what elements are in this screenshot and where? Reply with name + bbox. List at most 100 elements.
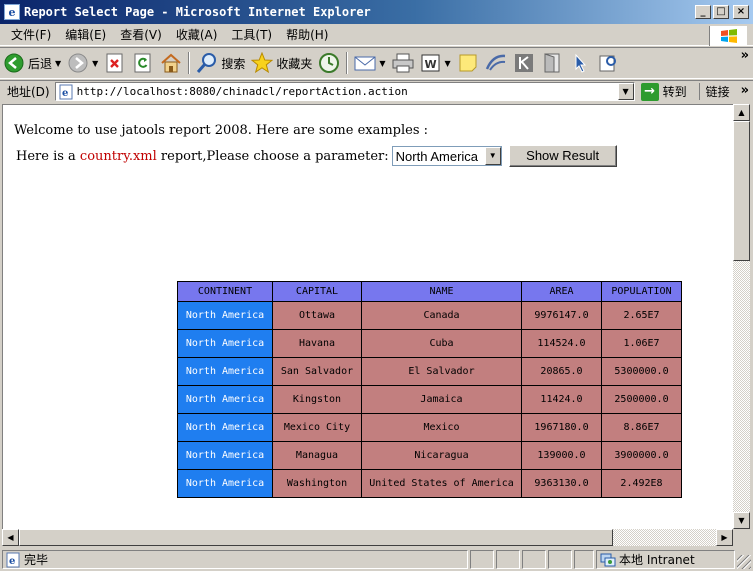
links-button[interactable]: 链接 <box>698 83 730 100</box>
menu-file[interactable]: 文件(F) <box>0 26 58 43</box>
cell-continent: North America <box>177 329 273 358</box>
cell-population: 8.86E7 <box>601 413 682 442</box>
toolbar: 后退 ▼ ▼ 搜索 收藏夹 ▼ W ▼ » <box>0 47 753 79</box>
continent-select[interactable]: North America ▼ <box>391 146 502 166</box>
mail-dropdown-icon[interactable]: ▼ <box>379 59 385 68</box>
title-bar[interactable]: e Report Select Page - Microsoft Interne… <box>0 0 753 24</box>
menu-view[interactable]: 查看(V) <box>113 26 169 43</box>
chevron-down-icon[interactable]: ▼ <box>484 147 501 165</box>
mail-button[interactable]: ▼ <box>351 49 388 77</box>
ie-page-icon: e <box>5 552 21 568</box>
forward-button[interactable]: ▼ <box>64 49 101 77</box>
home-button[interactable] <box>157 49 185 77</box>
security-zone: 本地 Intranet <box>596 550 735 569</box>
favorites-button[interactable]: 收藏夹 <box>248 49 315 77</box>
notes-button[interactable] <box>454 49 482 77</box>
header-capital: CAPITAL <box>272 281 362 302</box>
header-continent: CONTINENT <box>177 281 273 302</box>
cell-capital: Ottawa <box>272 301 362 330</box>
windows-logo-icon <box>709 26 747 46</box>
toolbar-overflow-icon[interactable]: » <box>741 48 749 63</box>
status-cell <box>574 550 594 569</box>
show-result-button[interactable]: Show Result <box>508 145 617 167</box>
window-controls: _ □ × <box>695 5 749 19</box>
zone-text: 本地 Intranet <box>619 553 695 567</box>
vertical-scroll-thumb[interactable] <box>733 121 750 261</box>
minimize-button[interactable]: _ <box>695 5 711 19</box>
maximize-button[interactable]: □ <box>713 5 729 19</box>
svg-text:W: W <box>424 58 436 71</box>
k-tool-icon <box>513 52 535 74</box>
menu-bar: 文件(F) 编辑(E) 查看(V) 收藏(A) 工具(T) 帮助(H) <box>0 24 753 46</box>
horizontal-scrollbar[interactable]: ◀ ▶ <box>2 529 733 546</box>
back-label: 后退 <box>28 56 53 71</box>
stop-button[interactable] <box>101 49 129 77</box>
page-viewport: Welcome to use jatools report 2008. Here… <box>2 104 733 529</box>
back-arrow-icon <box>3 52 25 74</box>
cell-population: 2.65E7 <box>601 301 682 330</box>
param-suffix: report,Please choose a parameter: <box>156 148 389 164</box>
cell-name: Canada <box>361 301 522 330</box>
favorites-star-icon <box>251 52 274 74</box>
horizontal-scroll-thumb[interactable] <box>19 529 613 546</box>
status-bar: e 完毕 本地 Intranet <box>0 548 753 571</box>
search-label: 搜索 <box>221 56 246 71</box>
search-button[interactable]: 搜索 <box>193 49 248 77</box>
menu-tools[interactable]: 工具(T) <box>224 26 279 43</box>
cursor-icon <box>569 52 591 74</box>
search-icon <box>196 52 218 74</box>
close-button[interactable]: × <box>733 5 749 19</box>
menu-favorites[interactable]: 收藏(A) <box>169 26 225 43</box>
edit-button[interactable]: W ▼ <box>417 49 454 77</box>
cell-population: 5300000.0 <box>601 357 682 386</box>
header-name: NAME <box>361 281 522 302</box>
scroll-right-icon[interactable]: ▶ <box>716 529 733 546</box>
vertical-scrollbar[interactable]: ▲ ▼ <box>733 104 750 529</box>
stop-icon <box>104 52 126 74</box>
cell-area: 9363130.0 <box>521 469 602 498</box>
forward-dropdown-icon[interactable]: ▼ <box>92 59 98 68</box>
cell-continent: North America <box>177 301 273 330</box>
menu-edit[interactable]: 编辑(E) <box>58 26 113 43</box>
tool-door-button[interactable] <box>538 49 566 77</box>
menu-help[interactable]: 帮助(H) <box>279 26 335 43</box>
history-button[interactable] <box>315 49 343 77</box>
report-link[interactable]: country.xml <box>80 149 157 164</box>
table-row: North America San Salvador El Salvador 2… <box>177 357 682 386</box>
header-population: POPULATION <box>601 281 682 302</box>
tool-cursor-button[interactable] <box>566 49 594 77</box>
cell-continent: North America <box>177 385 273 414</box>
address-bar: 地址(D) e http://localhost:8080/chinadcl/r… <box>0 80 753 102</box>
scroll-down-icon[interactable]: ▼ <box>733 512 750 529</box>
resize-grip-icon[interactable] <box>737 554 751 569</box>
links-overflow-icon[interactable]: » <box>741 83 749 98</box>
go-label: 转到 <box>662 85 687 99</box>
continent-select-value: North America <box>395 148 479 164</box>
status-panel: e 完毕 <box>2 550 468 569</box>
cell-name: Jamaica <box>361 385 522 414</box>
address-dropdown-icon[interactable]: ▼ <box>617 83 634 100</box>
cell-area: 139000.0 <box>521 441 602 470</box>
cell-continent: North America <box>177 357 273 386</box>
refresh-icon <box>132 52 154 74</box>
cell-name: Cuba <box>361 329 522 358</box>
table-row: North America Mexico City Mexico 1967180… <box>177 413 682 442</box>
cell-area: 9976147.0 <box>521 301 602 330</box>
table-row: North America Ottawa Canada 9976147.0 2.… <box>177 301 682 330</box>
scroll-up-icon[interactable]: ▲ <box>733 104 750 121</box>
window-title: Report Select Page - Microsoft Internet … <box>24 5 371 19</box>
print-button[interactable] <box>389 49 417 77</box>
scroll-left-icon[interactable]: ◀ <box>2 529 19 546</box>
refresh-button[interactable] <box>129 49 157 77</box>
address-input[interactable]: e http://localhost:8080/chinadcl/reportA… <box>54 82 635 101</box>
edit-dropdown-icon[interactable]: ▼ <box>445 59 451 68</box>
tool-research-button[interactable] <box>594 49 622 77</box>
go-button[interactable]: → 转到 <box>640 82 687 101</box>
messenger-button[interactable] <box>482 49 510 77</box>
cell-area: 114524.0 <box>521 329 602 358</box>
parameter-row: Here is a country.xml report,Please choo… <box>16 145 617 167</box>
back-dropdown-icon[interactable]: ▼ <box>55 59 61 68</box>
cell-continent: North America <box>177 413 273 442</box>
back-button[interactable]: 后退 ▼ <box>0 49 64 77</box>
tool-k-button[interactable] <box>510 49 538 77</box>
